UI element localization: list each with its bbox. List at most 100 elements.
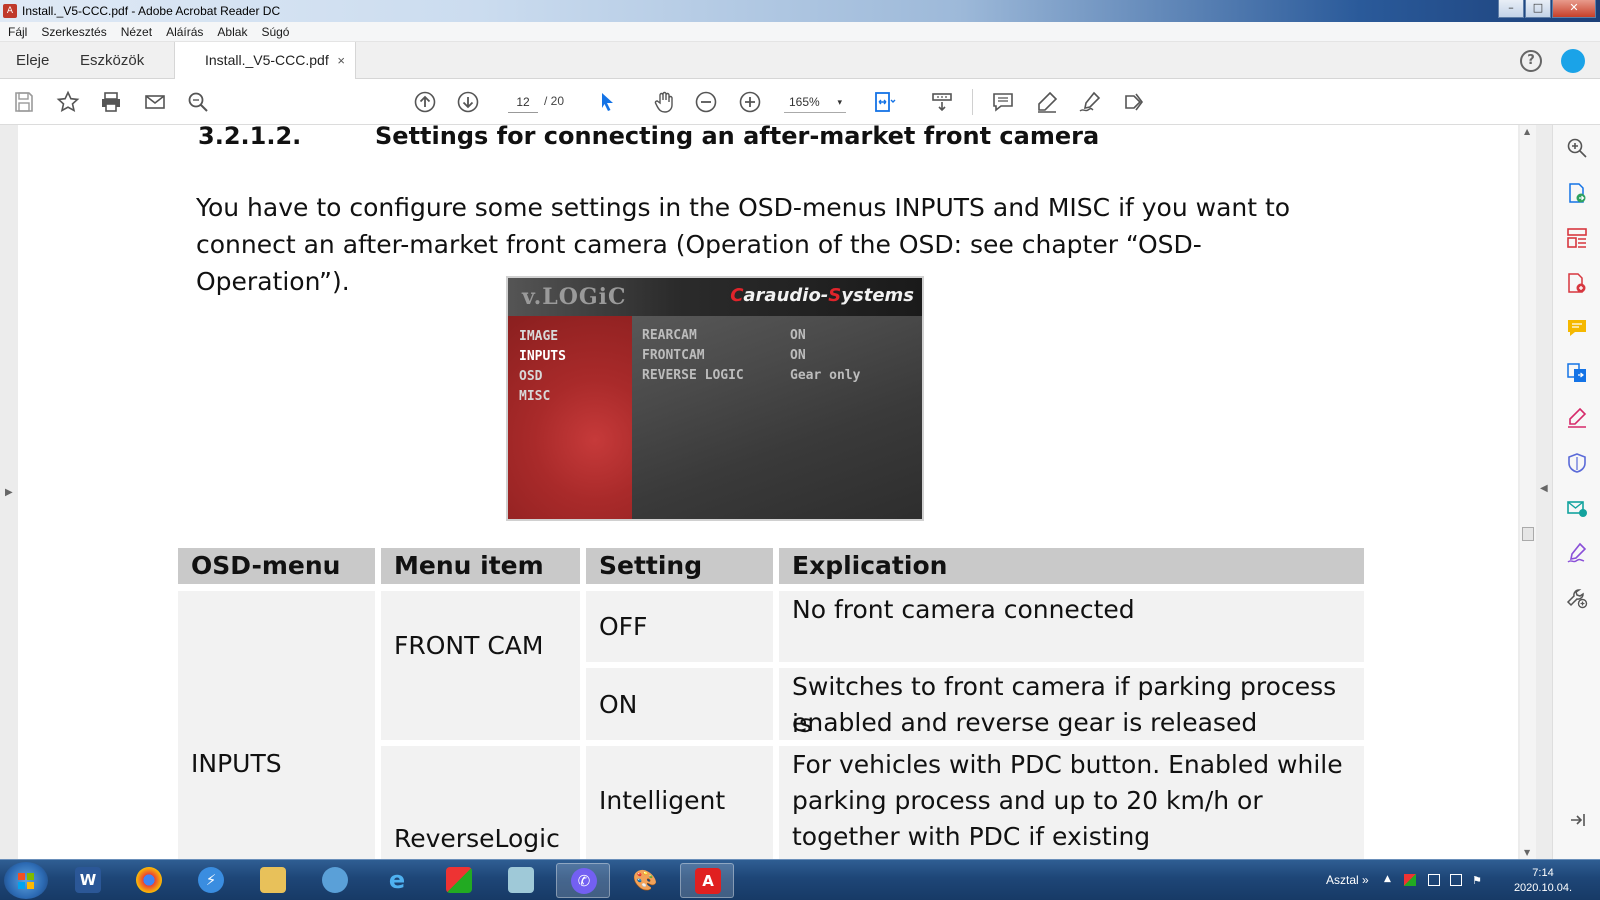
document-area[interactable]: ▶ 3.2.1.2. Settings for connecting an af… bbox=[0, 125, 1552, 859]
menu-help[interactable]: Súgó bbox=[261, 25, 289, 39]
scrollbar-thumb[interactable] bbox=[1522, 527, 1534, 541]
tray-battery-icon[interactable] bbox=[1428, 874, 1440, 886]
highlight-pen-icon[interactable] bbox=[1035, 90, 1059, 114]
caraudio-logo: Caraudio-Systems bbox=[730, 285, 914, 306]
tray-expand-icon[interactable]: ▲ bbox=[1384, 874, 1396, 886]
osd-item-name: FRONTCAM bbox=[642, 348, 705, 363]
left-panel-toggle-icon[interactable]: ▶ bbox=[5, 487, 13, 498]
menu-file[interactable]: Fájl bbox=[8, 25, 27, 39]
right-panel-toggle-icon[interactable]: ◀ bbox=[1540, 483, 1548, 494]
cell-text: enabled and reverse gear is released bbox=[792, 708, 1258, 737]
search-icon[interactable] bbox=[186, 90, 210, 114]
zoom-select[interactable]: 165% ▾ bbox=[784, 91, 846, 113]
section-heading: Settings for connecting an after-market … bbox=[375, 125, 1100, 150]
print-icon[interactable] bbox=[99, 90, 123, 114]
combine-files-icon[interactable] bbox=[1566, 362, 1588, 384]
menu-window[interactable]: Ablak bbox=[217, 25, 247, 39]
share-icon[interactable] bbox=[1122, 90, 1146, 114]
desktop-toolbar-label[interactable]: Asztal » bbox=[1326, 873, 1369, 887]
clock-date: 2020.10.04. bbox=[1513, 882, 1573, 894]
chevron-down-icon: ▾ bbox=[837, 97, 842, 107]
notes-icon bbox=[508, 867, 534, 893]
next-page-icon[interactable] bbox=[456, 90, 480, 114]
fit-page-icon[interactable] bbox=[873, 90, 897, 114]
bookmark-star-icon[interactable] bbox=[56, 90, 80, 114]
osd-menu-image: v.LOGiC Caraudio-Systems IMAGE INPUTS OS… bbox=[506, 276, 924, 521]
export-pdf-icon[interactable] bbox=[1566, 182, 1588, 204]
sign-icon[interactable] bbox=[1078, 90, 1102, 114]
create-pdf-icon[interactable] bbox=[1566, 272, 1588, 294]
taskbar-chrome[interactable] bbox=[122, 863, 176, 898]
tab-home[interactable]: Eleje bbox=[16, 42, 49, 79]
comment-icon[interactable] bbox=[991, 90, 1015, 114]
minimize-button[interactable]: – bbox=[1498, 0, 1524, 18]
request-signature-icon[interactable] bbox=[1566, 542, 1588, 564]
table-cell-setting: ON bbox=[586, 668, 773, 740]
internet-explorer-icon: e bbox=[388, 866, 406, 894]
app-icon bbox=[446, 867, 472, 893]
taskbar-explorer[interactable] bbox=[246, 863, 300, 898]
taskbar-acrobat[interactable]: A bbox=[680, 863, 734, 898]
maximize-button[interactable]: □ bbox=[1525, 0, 1551, 18]
tab-document-label: Install._V5-CCC.pdf bbox=[205, 52, 329, 68]
more-tools-icon[interactable] bbox=[1566, 587, 1588, 609]
clock-time: 7:14 bbox=[1532, 867, 1554, 879]
comment-tool-icon[interactable] bbox=[1566, 317, 1588, 339]
taskbar-notes[interactable] bbox=[494, 863, 548, 898]
page-number-input[interactable] bbox=[508, 91, 538, 113]
cell-text: Intelligent bbox=[599, 786, 726, 815]
zoom-value: 165% bbox=[789, 95, 820, 109]
osd-item-value: Gear only bbox=[790, 368, 861, 383]
tray-flag-icon[interactable]: ⚑ bbox=[1472, 874, 1484, 887]
taskbar-network[interactable] bbox=[308, 863, 362, 898]
zoom-in-icon[interactable] bbox=[738, 90, 762, 114]
toolbar-separator bbox=[972, 89, 973, 115]
tray-clock[interactable]: 7:14 2020.10.04. bbox=[1508, 866, 1578, 896]
menu-sign[interactable]: Aláírás bbox=[166, 25, 203, 39]
protect-shield-icon[interactable] bbox=[1566, 452, 1588, 474]
table-cell-setting: Intelligent bbox=[586, 746, 773, 859]
tab-tools[interactable]: Eszközök bbox=[80, 42, 144, 79]
menu-view[interactable]: Nézet bbox=[121, 25, 152, 39]
close-window-button[interactable]: ✕ bbox=[1552, 0, 1596, 18]
page-total: / 20 bbox=[544, 94, 565, 108]
window-title: Install._V5-CCC.pdf - Adobe Acrobat Read… bbox=[22, 4, 281, 18]
collapse-pane-icon[interactable] bbox=[1566, 809, 1588, 831]
taskbar-viber[interactable]: ✆ bbox=[556, 863, 610, 898]
start-button[interactable] bbox=[4, 862, 48, 899]
scroll-up-icon[interactable]: ▲ bbox=[1524, 127, 1530, 136]
help-icon[interactable]: ? bbox=[1520, 50, 1542, 72]
menu-edit[interactable]: Szerkesztés bbox=[41, 25, 106, 39]
email-icon[interactable] bbox=[143, 90, 167, 114]
scroll-mode-icon[interactable] bbox=[930, 90, 954, 114]
fill-sign-icon[interactable] bbox=[1566, 407, 1588, 429]
select-cursor-icon[interactable] bbox=[595, 90, 619, 114]
taskbar-ie[interactable]: e bbox=[370, 863, 424, 898]
scroll-down-icon[interactable]: ▼ bbox=[1524, 848, 1530, 857]
taskbar-word[interactable]: W bbox=[61, 863, 115, 898]
taskbar-app-bolt[interactable]: ⚡ bbox=[184, 863, 238, 898]
toolbar: / 20 165% ▾ bbox=[0, 79, 1600, 125]
taskbar-paint[interactable]: 🎨 bbox=[618, 863, 672, 898]
previous-page-icon[interactable] bbox=[413, 90, 437, 114]
tray-app-icon[interactable] bbox=[1404, 874, 1416, 886]
hand-tool-icon[interactable] bbox=[652, 90, 676, 114]
paragraph-line: You have to configure some settings in t… bbox=[196, 193, 1291, 222]
acrobat-app-icon: A bbox=[3, 4, 17, 18]
save-icon[interactable] bbox=[12, 90, 36, 114]
windows-taskbar: W ⚡ e ✆ 🎨 A Asztal » ▲ ⚑ 7:14 2020.10.04… bbox=[0, 859, 1600, 900]
enhance-scan-icon[interactable] bbox=[1566, 137, 1588, 159]
table-cell-menu-item: ReverseLogic bbox=[381, 746, 580, 859]
taskbar-app-red[interactable] bbox=[432, 863, 486, 898]
tab-document[interactable]: Install._V5-CCC.pdf × bbox=[174, 42, 356, 80]
profile-avatar[interactable] bbox=[1561, 49, 1585, 73]
send-for-review-icon[interactable] bbox=[1566, 497, 1588, 519]
close-tab-icon[interactable]: × bbox=[337, 42, 345, 79]
tray-network-icon[interactable] bbox=[1450, 874, 1462, 886]
zoom-out-icon[interactable] bbox=[694, 90, 718, 114]
osd-item-value: ON bbox=[790, 328, 806, 343]
organize-pages-icon[interactable] bbox=[1566, 227, 1588, 249]
vertical-scrollbar[interactable]: ▲ ▼ bbox=[1520, 125, 1536, 859]
cell-text: together with PDC if existing bbox=[792, 822, 1151, 851]
osd-menu-item: IMAGE bbox=[519, 329, 559, 344]
